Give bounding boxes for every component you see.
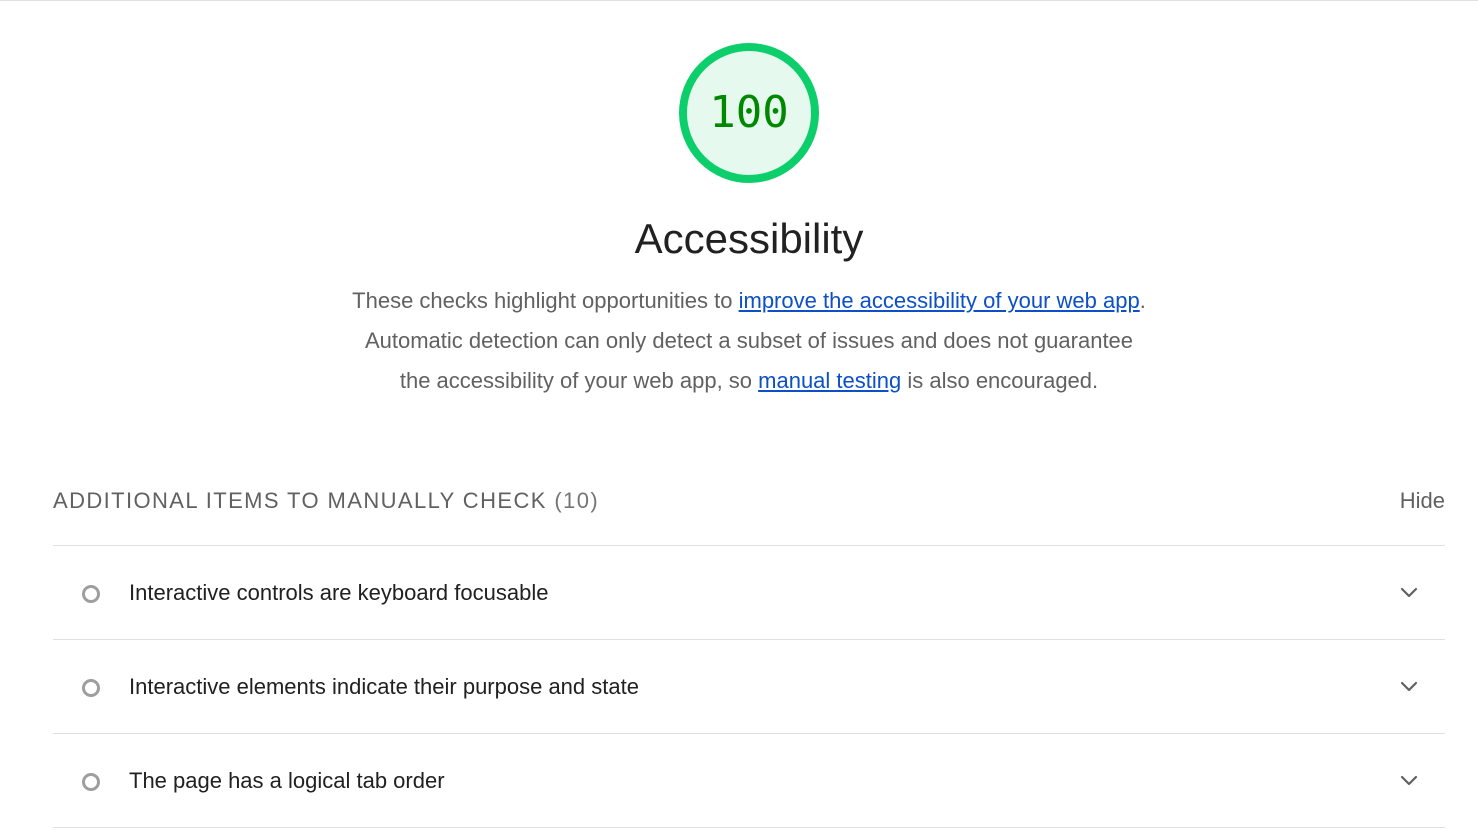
chevron-down-icon[interactable]	[1399, 770, 1419, 790]
category-description: These checks highlight opportunities to …	[349, 281, 1149, 401]
audit-label: Interactive elements indicate their purp…	[129, 674, 639, 699]
hide-toggle-button[interactable]: Hide	[1400, 480, 1445, 522]
description-text-3: is also encouraged.	[901, 368, 1099, 393]
audit-item[interactable]: Interactive controls are keyboard focusa…	[53, 545, 1445, 639]
top-border	[0, 0, 1478, 1]
chevron-down-icon[interactable]	[1399, 582, 1419, 602]
manual-check-circle-icon	[81, 678, 101, 698]
score-gauge[interactable]: 100	[677, 41, 821, 185]
category-title: Accessibility	[634, 215, 864, 262]
audit-item[interactable]: The page has a logical tab order	[53, 733, 1445, 828]
chevron-down-icon[interactable]	[1399, 676, 1419, 696]
manual-testing-link[interactable]: manual testing	[758, 368, 901, 393]
group-title: Additional items to manually check (10)	[53, 480, 599, 522]
improve-accessibility-link[interactable]: improve the accessibility of your web ap…	[739, 288, 1140, 313]
audit-item[interactable]: Interactive elements indicate their purp…	[53, 639, 1445, 733]
audit-list: Interactive controls are keyboard focusa…	[53, 545, 1445, 828]
audit-label: Interactive controls are keyboard focusa…	[129, 580, 549, 605]
manual-check-group-header: Additional items to manually check (10) …	[53, 480, 1445, 522]
group-title-text: Additional items to manually check	[53, 488, 547, 513]
audit-label: The page has a logical tab order	[129, 768, 445, 793]
score-value: 100	[709, 87, 789, 138]
group-count: (10)	[554, 488, 600, 513]
description-text-1: These checks highlight opportunities to	[352, 288, 739, 313]
manual-check-circle-icon	[81, 772, 101, 792]
manual-check-circle-icon	[81, 584, 101, 604]
